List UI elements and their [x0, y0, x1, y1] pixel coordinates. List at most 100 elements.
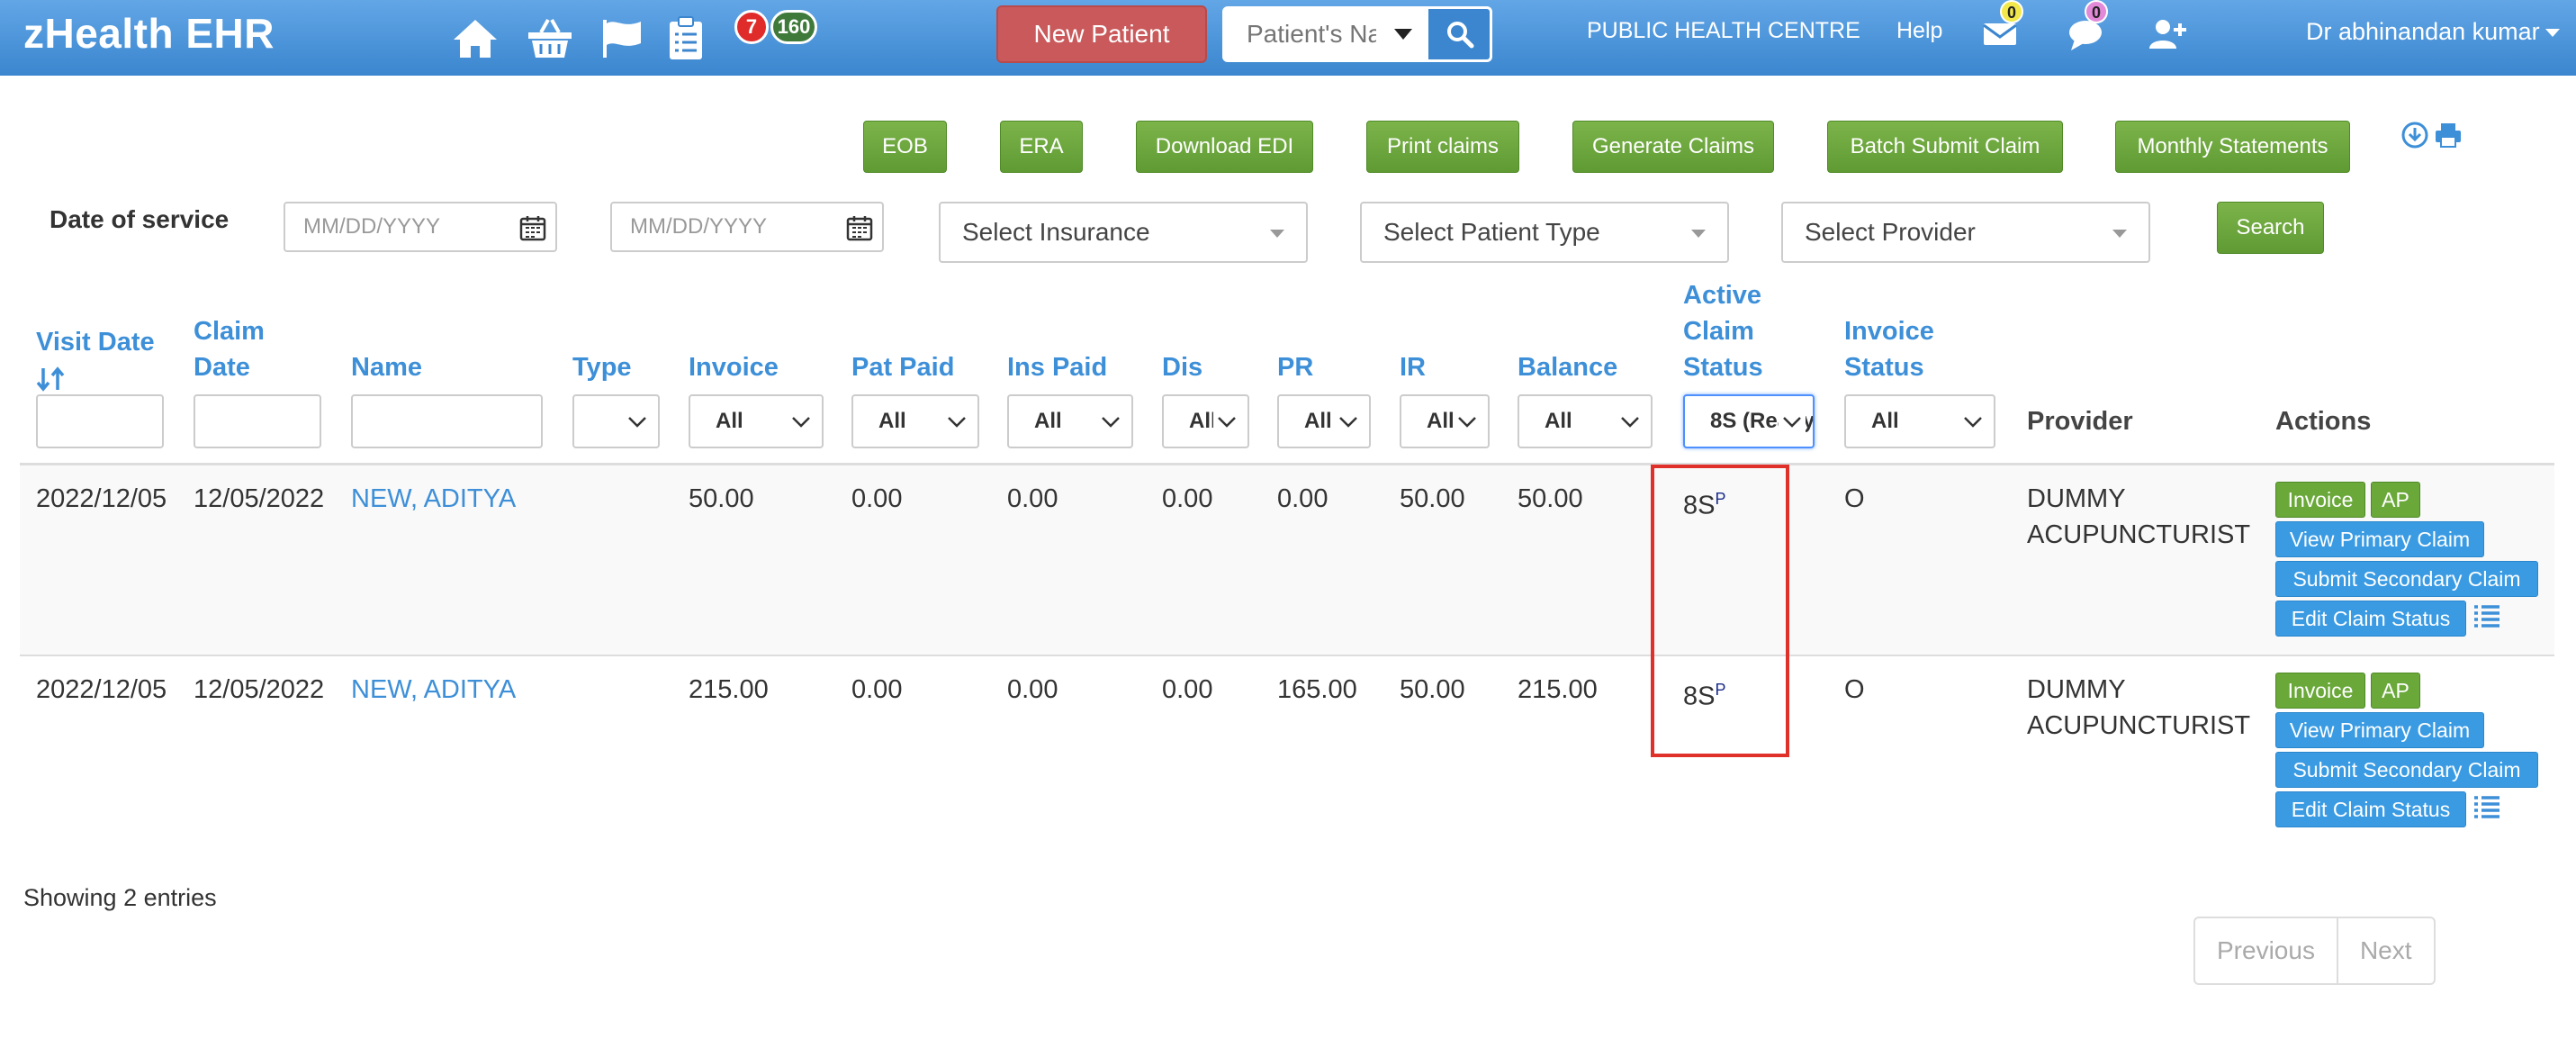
ir-cell: 50.00	[1400, 484, 1465, 513]
patient-name-link[interactable]: NEW, ADITYA	[351, 672, 516, 708]
dis-cell: 0.00	[1162, 675, 1213, 704]
header-ins-paid[interactable]: Ins Paid	[1007, 349, 1107, 385]
eob-button[interactable]: EOB	[863, 121, 947, 173]
header-name[interactable]: Name	[351, 349, 422, 385]
search-icon	[1447, 22, 1474, 49]
clipboard-icon[interactable]	[661, 13, 711, 63]
patient-search-button[interactable]	[1427, 9, 1490, 59]
visit-date-filter-input[interactable]	[36, 394, 164, 448]
name-filter-input[interactable]	[351, 394, 543, 448]
chevron-down-icon	[1213, 405, 1240, 438]
claim-date-filter-input[interactable]	[194, 394, 321, 448]
header-pat-paid[interactable]: Pat Paid	[851, 349, 954, 385]
edit-claim-status-button[interactable]: Edit Claim Status	[2275, 791, 2466, 827]
patient-name-link[interactable]: NEW, ADITYA	[351, 481, 516, 517]
header-type[interactable]: Type	[572, 349, 632, 385]
print-claims-button[interactable]: Print claims	[1366, 121, 1519, 173]
invoice-filter-select[interactable]: All	[689, 394, 824, 448]
pr-cell: 0.00	[1277, 484, 1329, 513]
search-button[interactable]: Search	[2217, 202, 2324, 254]
view-primary-claim-button[interactable]: View Primary Claim	[2275, 521, 2484, 557]
edit-claim-status-button[interactable]: Edit Claim Status	[2275, 601, 2466, 637]
help-link[interactable]: Help	[1896, 18, 1942, 44]
patient-search	[1222, 6, 1492, 62]
dis-filter-select[interactable]: All	[1162, 394, 1249, 448]
calendar-icon[interactable]	[519, 214, 546, 241]
chevron-down-icon	[1335, 405, 1362, 438]
calendar-icon[interactable]	[846, 214, 873, 241]
print-icon[interactable]	[2434, 121, 2463, 149]
header-ir[interactable]: IR	[1400, 349, 1426, 385]
header-pr[interactable]: PR	[1277, 349, 1313, 385]
previous-page-button[interactable]: Previous	[2195, 918, 2337, 983]
flag-icon[interactable]	[596, 13, 646, 63]
ap-button[interactable]: AP	[2371, 482, 2420, 518]
app-brand[interactable]: zHealth EHR	[23, 9, 275, 58]
monthly-statements-button[interactable]: Monthly Statements	[2115, 121, 2350, 173]
submit-secondary-claim-button[interactable]: Submit Secondary Claim	[2275, 561, 2538, 597]
patient-type-select[interactable]: Select Patient Type	[1360, 202, 1729, 263]
pr-filter-value: All	[1304, 409, 1332, 433]
download-edi-button[interactable]: Download EDI	[1136, 121, 1313, 173]
top-navbar: zHealth EHR 7 160 New Patient PUBLIC HEA…	[0, 0, 2576, 76]
batch-submit-claim-button[interactable]: Batch Submit Claim	[1827, 121, 2063, 173]
pat-paid-filter-select[interactable]: All	[851, 394, 979, 448]
balance-filter-select[interactable]: All	[1518, 394, 1653, 448]
ins-paid-filter-select[interactable]: All	[1007, 394, 1133, 448]
patient-type-select-value: Select Patient Type	[1383, 218, 1600, 246]
user-menu[interactable]: Dr abhinandan kumar	[2306, 18, 2560, 46]
invoice-status-filter-select[interactable]: All	[1844, 394, 1995, 448]
header-invoice[interactable]: Invoice	[689, 349, 779, 385]
patient-search-input[interactable]	[1225, 9, 1378, 59]
pat-paid-filter-value: All	[878, 409, 906, 433]
next-page-button[interactable]: Next	[2336, 918, 2434, 983]
chevron-down-icon	[1270, 230, 1284, 238]
invoice-button[interactable]: Invoice	[2275, 482, 2365, 518]
download-circle-icon[interactable]	[2400, 121, 2429, 149]
chevron-down-icon	[943, 405, 970, 438]
invoice-button[interactable]: Invoice	[2275, 673, 2365, 709]
basket-icon[interactable]	[525, 13, 575, 63]
insurance-select-value: Select Insurance	[962, 218, 1150, 246]
pr-cell: 165.00	[1277, 675, 1357, 704]
active-claim-status-filter-select[interactable]: 8S (Ready)	[1683, 394, 1815, 448]
header-provider: Provider	[2027, 407, 2133, 436]
provider-select-value: Select Provider	[1805, 218, 1976, 246]
date-from-input[interactable]: MM/DD/YYYY	[284, 202, 557, 252]
notification-badge-green[interactable]: 160	[770, 10, 817, 44]
ap-button[interactable]: AP	[2371, 673, 2420, 709]
new-patient-button[interactable]: New Patient	[996, 5, 1207, 63]
pr-filter-select[interactable]: All	[1277, 394, 1371, 448]
ir-filter-select[interactable]: All	[1400, 394, 1490, 448]
header-dis[interactable]: Dis	[1162, 349, 1202, 385]
sort-icon[interactable]	[36, 366, 67, 393]
list-icon[interactable]	[2472, 793, 2502, 820]
provider-select[interactable]: Select Provider	[1781, 202, 2150, 263]
submit-secondary-claim-button[interactable]: Submit Secondary Claim	[2275, 752, 2538, 788]
view-primary-claim-button[interactable]: View Primary Claim	[2275, 712, 2484, 748]
header-active-claim-status[interactable]: Active Claim Status	[1683, 277, 1763, 385]
notification-badge-red[interactable]: 7	[734, 10, 769, 44]
visit-date-cell: 2022/12/05	[36, 484, 167, 513]
header-balance[interactable]: Balance	[1518, 349, 1617, 385]
era-button[interactable]: ERA	[1000, 121, 1083, 173]
caret-down-icon[interactable]	[1394, 29, 1412, 40]
dis-cell: 0.00	[1162, 484, 1213, 513]
generate-claims-button[interactable]: Generate Claims	[1572, 121, 1774, 173]
date-to-input[interactable]: MM/DD/YYYY	[610, 202, 884, 252]
header-claim-date[interactable]: Claim Date	[194, 313, 265, 385]
header-invoice-status[interactable]: Invoice Status	[1844, 313, 1934, 385]
chevron-down-icon	[1779, 405, 1806, 438]
facility-name[interactable]: PUBLIC HEALTH CENTRE	[1587, 18, 1860, 44]
claim-date-cell: 12/05/2022	[194, 675, 325, 704]
invoice-filter-value: All	[716, 409, 743, 433]
table-row: 2022/12/05 12/05/2022 NEW, ADITYA 50.00 …	[20, 465, 2554, 656]
date-of-service-label: Date of service	[50, 205, 230, 233]
list-icon[interactable]	[2472, 602, 2502, 629]
home-icon[interactable]	[450, 13, 500, 63]
type-filter-select[interactable]	[572, 394, 660, 448]
insurance-select[interactable]: Select Insurance	[939, 202, 1308, 263]
add-user-icon[interactable]	[2148, 14, 2187, 54]
date-to-placeholder: MM/DD/YYYY	[630, 214, 768, 239]
header-visit-date[interactable]: Visit Date	[36, 324, 155, 396]
